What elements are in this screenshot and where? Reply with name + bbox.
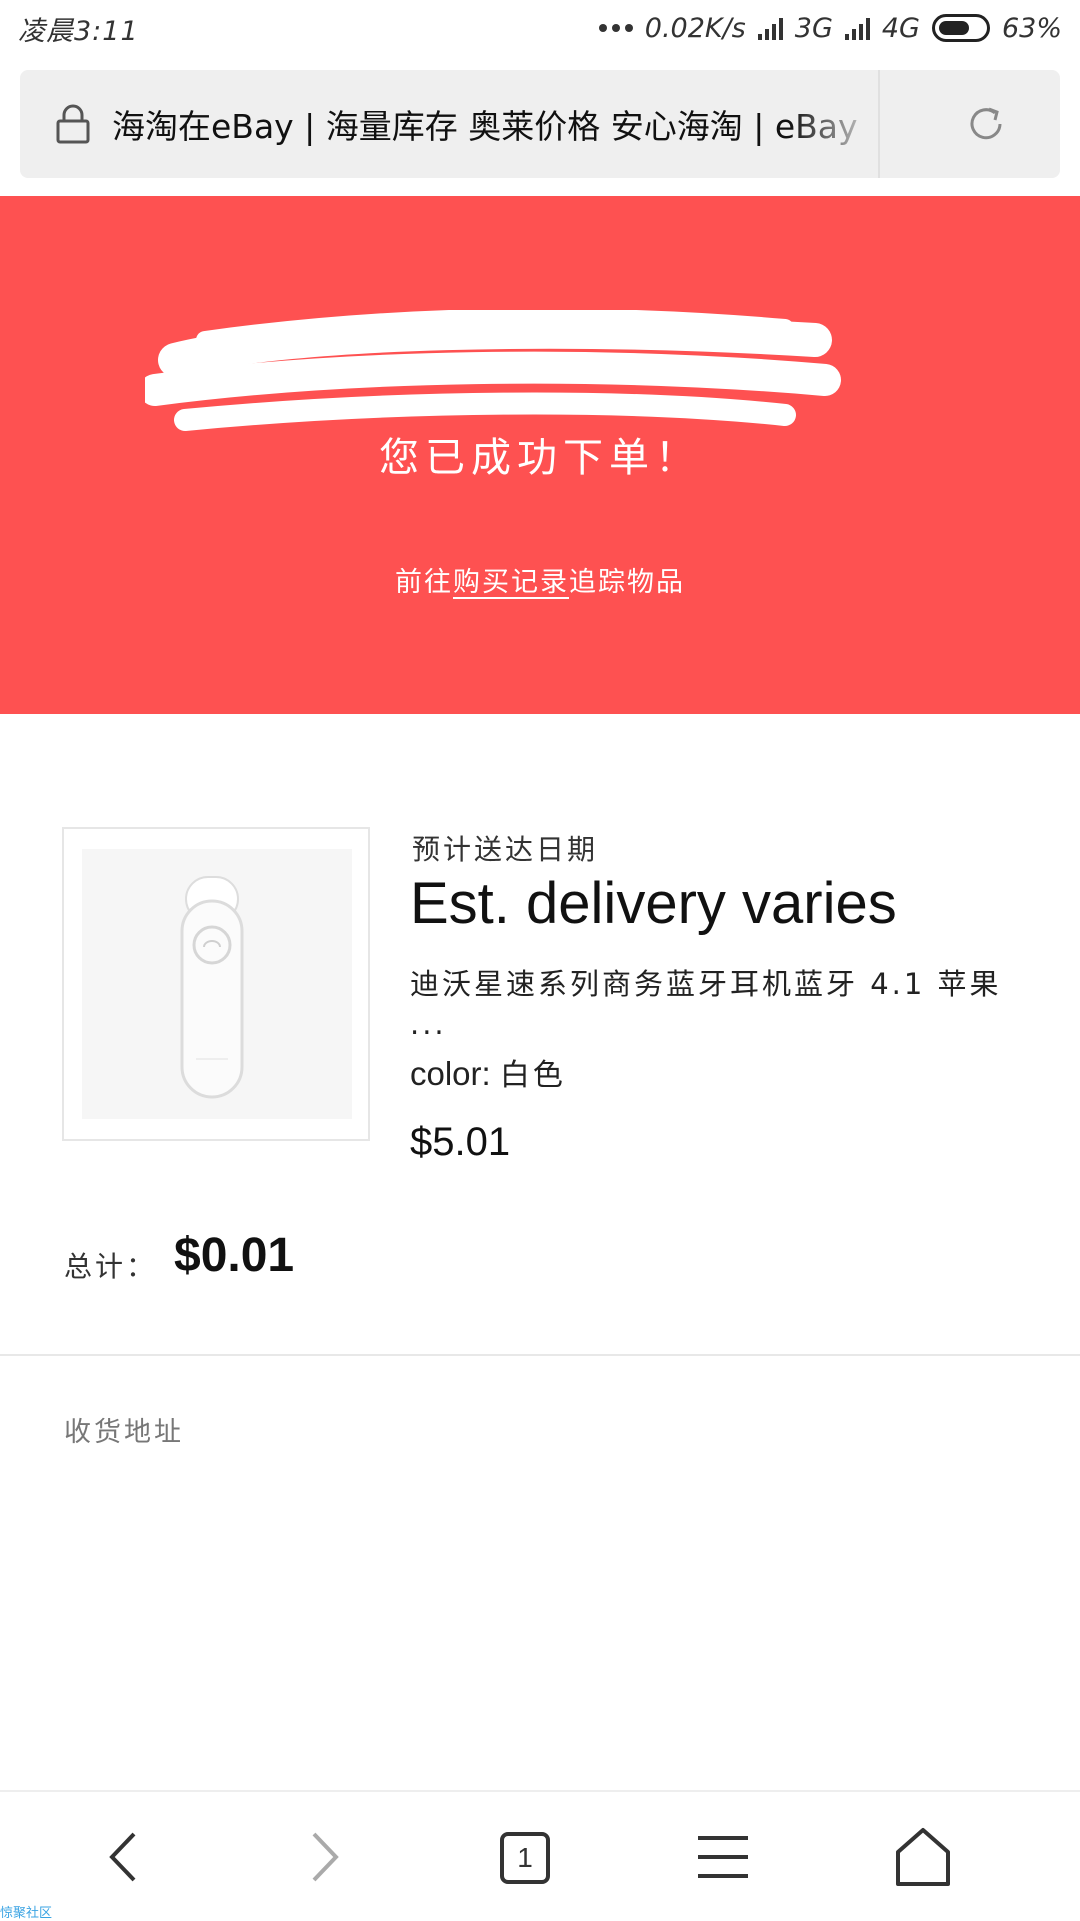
address-divider — [878, 70, 880, 178]
tabs-icon[interactable]: 1 — [500, 1832, 550, 1884]
tabs-button[interactable]: 1 — [488, 1822, 558, 1892]
watermark-text: 惊聚社区 — [0, 1906, 53, 1921]
battery-level: 63% — [1001, 12, 1062, 44]
status-icons: 0.02K/s 3G 4G 63% — [598, 12, 1062, 44]
page-title-url[interactable]: 海淘在eBay | 海量库存 奥莱价格 安心海淘 | eBay — [112, 100, 882, 148]
network-type-3g: 3G — [794, 12, 833, 44]
browser-bottom-nav: 1 — [0, 1790, 1080, 1920]
order-success-title: 您已成功下单！ — [379, 435, 701, 481]
redaction-scribble — [145, 310, 841, 431]
status-bar: 凌晨3:11 0.02K/s 3G 4G 63% — [0, 0, 1080, 56]
product-color: color: 白色 — [410, 1050, 566, 1094]
purchase-history-link[interactable]: 购买记录 — [453, 567, 569, 598]
product-image — [82, 849, 352, 1119]
bluetooth-earpiece-image — [180, 876, 244, 1099]
battery-icon — [931, 14, 990, 42]
hint-suffix: 追踪物品 — [569, 567, 685, 598]
product-thumbnail[interactable] — [62, 827, 370, 1141]
address-bar[interactable]: 海淘在eBay | 海量库存 奥莱价格 安心海淘 | eBay — [20, 70, 1060, 178]
network-speed: 0.02K/s — [644, 12, 746, 44]
more-dots-icon — [598, 24, 633, 32]
shipping-address-title: 收货地址 — [64, 1417, 184, 1448]
color-label: color: — [410, 1055, 491, 1092]
network-type-4g: 4G — [881, 12, 920, 44]
reload-icon[interactable] — [962, 100, 1010, 148]
product-name[interactable]: 迪沃星速系列商务蓝牙耳机蓝牙 4.1 苹果 ... — [410, 964, 1040, 1044]
product-price: $5.01 — [410, 1120, 511, 1164]
color-value: 白色 — [499, 1058, 566, 1093]
forward-arrow-icon[interactable] — [290, 1822, 360, 1892]
lock-icon — [56, 104, 90, 144]
back-arrow-icon[interactable] — [92, 1822, 162, 1892]
purchase-history-hint: 前往购买记录追踪物品 — [0, 560, 1080, 599]
delivery-date-label: 预计送达日期 — [412, 833, 599, 866]
section-divider — [0, 1354, 1080, 1356]
signal-icon — [757, 16, 783, 40]
hamburger-menu-icon[interactable] — [688, 1822, 758, 1892]
total-value: $0.01 — [174, 1229, 295, 1282]
status-time: 凌晨3:11 — [18, 15, 139, 47]
home-icon[interactable] — [888, 1822, 958, 1892]
signal-icon — [844, 16, 870, 40]
delivery-date-value: Est. delivery varies — [410, 871, 897, 936]
hint-prefix: 前往 — [395, 567, 453, 598]
total-label: 总计： — [64, 1250, 158, 1283]
